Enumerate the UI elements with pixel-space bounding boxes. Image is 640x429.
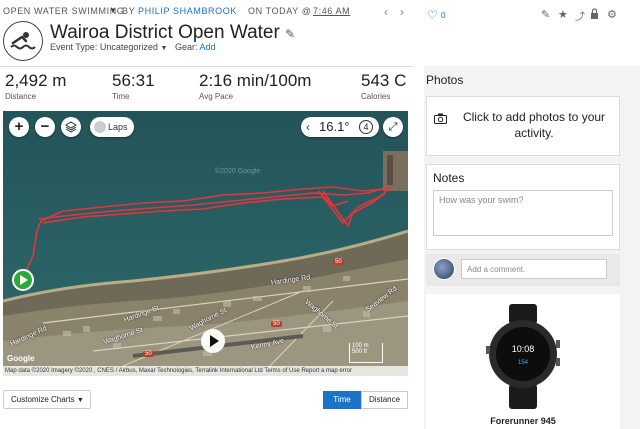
event-type[interactable]: Event Type: Uncategorized ▼ — [50, 42, 167, 52]
road-marker: 50 — [143, 351, 154, 357]
previous-activity-icon[interactable]: ‹ — [384, 5, 388, 19]
settings-gear-icon[interactable]: ⚙ — [607, 8, 617, 21]
edit-pencil-icon[interactable]: ✎ — [541, 8, 550, 21]
add-photos-prompt[interactable]: Click to add photos to your activity. — [461, 109, 607, 141]
stat-distance: 2,492 m Distance — [5, 71, 66, 101]
favorite-star-icon[interactable]: ★ — [558, 8, 568, 21]
zoom-in-button[interactable]: + — [9, 117, 29, 137]
svg-text:154: 154 — [518, 360, 529, 366]
likes-count: 0 — [441, 11, 446, 20]
activity-top-bar: OPEN WATER SWIMMING ▼ BY PHILIP SHAMBROO… — [0, 0, 420, 22]
share-icon[interactable]: ⤴ — [575, 8, 585, 23]
user-avatar — [433, 258, 455, 280]
stat-calories: 543 C Calories — [361, 71, 406, 101]
map-copyright[interactable]: Map data ©2020 Imagery ©2020 , CNES / Ai… — [3, 366, 408, 376]
distance-toggle-button[interactable]: Distance — [361, 391, 408, 409]
zoom-out-button[interactable]: − — [35, 117, 55, 137]
laps-label: Laps — [108, 122, 128, 132]
gear: Gear: Add — [175, 42, 216, 52]
author-link[interactable]: PHILIP SHAMBROOK — [138, 6, 237, 16]
stat-label: Distance — [5, 92, 37, 101]
notes-textarea[interactable]: How was your swim? — [433, 190, 613, 236]
by-label: BY — [122, 6, 136, 16]
like-heart-icon[interactable]: ♡ — [427, 8, 438, 22]
stat-value: 2:16 min/100m — [199, 71, 312, 90]
map-scale-bar: 100 m 500 ft — [349, 343, 383, 363]
activity-time[interactable]: 7:46 AM — [313, 6, 350, 16]
layers-button[interactable] — [61, 117, 81, 137]
temperature-value: 16.1° — [319, 119, 350, 134]
lock-privacy-icon[interactable] — [590, 8, 599, 22]
layers-icon — [65, 121, 77, 133]
road-marker: 50 — [333, 259, 344, 265]
start-marker-icon[interactable] — [12, 269, 34, 291]
chevron-left-icon[interactable]: ‹ — [306, 117, 310, 137]
map-provider-logo: Google — [7, 354, 35, 363]
weather-widget[interactable]: ‹ 16.1° 4 — [301, 117, 379, 137]
camera-icon — [434, 113, 447, 127]
stat-value: 56:31 — [112, 71, 155, 90]
add-photos-box[interactable]: Click to add photos to your activity. — [426, 96, 620, 156]
play-route-button[interactable] — [201, 329, 225, 353]
header-divider — [0, 66, 414, 67]
activity-title[interactable]: Wairoa District Open Water ✎ — [50, 22, 295, 44]
activity-type-label: OPEN WATER SWIMMING — [3, 6, 125, 16]
laps-toggle[interactable]: Laps — [90, 117, 134, 137]
activity-map[interactable]: ©2020 Google + − Laps ‹ 16.1° 4 ⤢ 50 50 … — [3, 111, 408, 376]
stat-value: 543 C — [361, 71, 407, 90]
activity-type-dropdown-icon[interactable]: ▼ — [109, 6, 118, 15]
event-type-dropdown-icon[interactable]: ▼ — [160, 45, 167, 52]
weather-badge: 4 — [359, 120, 373, 134]
next-activity-icon[interactable]: › — [400, 5, 404, 19]
stat-label: Time — [112, 92, 130, 101]
time-toggle-button[interactable]: Time — [323, 391, 361, 409]
stat-time: 56:31 Time — [112, 71, 155, 101]
fullscreen-expand-icon[interactable]: ⤢ — [383, 117, 403, 137]
edit-title-icon[interactable]: ✎ — [285, 27, 295, 41]
laps-toggle-knob[interactable] — [94, 121, 106, 133]
on-today-label: ON TODAY @ — [248, 6, 312, 16]
comment-input[interactable]: Add a comment. — [461, 259, 607, 279]
swimming-sport-icon — [3, 21, 43, 61]
imagery-watermark: ©2020 Google — [215, 168, 261, 175]
event-type-value[interactable]: Uncategorized — [100, 42, 158, 52]
notes-heading: Notes — [433, 171, 465, 185]
customize-charts-label: Customize Charts — [11, 395, 75, 404]
stat-value: 2,492 m — [5, 71, 67, 90]
watch-device-image: 10:08 154 — [486, 304, 560, 409]
stat-label: Calories — [361, 92, 391, 101]
device-panel: 10:08 154 — [426, 294, 620, 429]
event-type-label: Event Type: — [50, 42, 98, 52]
customize-charts-button[interactable]: Customize Charts ▼ — [3, 390, 91, 409]
add-gear-link[interactable]: Add — [200, 42, 216, 52]
scale-label: 500 ft — [352, 349, 368, 355]
stat-avg-pace: 2:16 min/100m Avg Pace — [199, 71, 311, 101]
road-marker: 50 — [271, 321, 282, 327]
stat-label: Avg Pace — [199, 92, 234, 101]
device-name: Forerunner 945 — [490, 416, 556, 426]
gear-label: Gear: — [175, 42, 198, 52]
chevron-down-icon: ▼ — [76, 397, 84, 404]
photos-heading: Photos — [426, 73, 464, 87]
svg-text:10:08: 10:08 — [512, 344, 535, 354]
